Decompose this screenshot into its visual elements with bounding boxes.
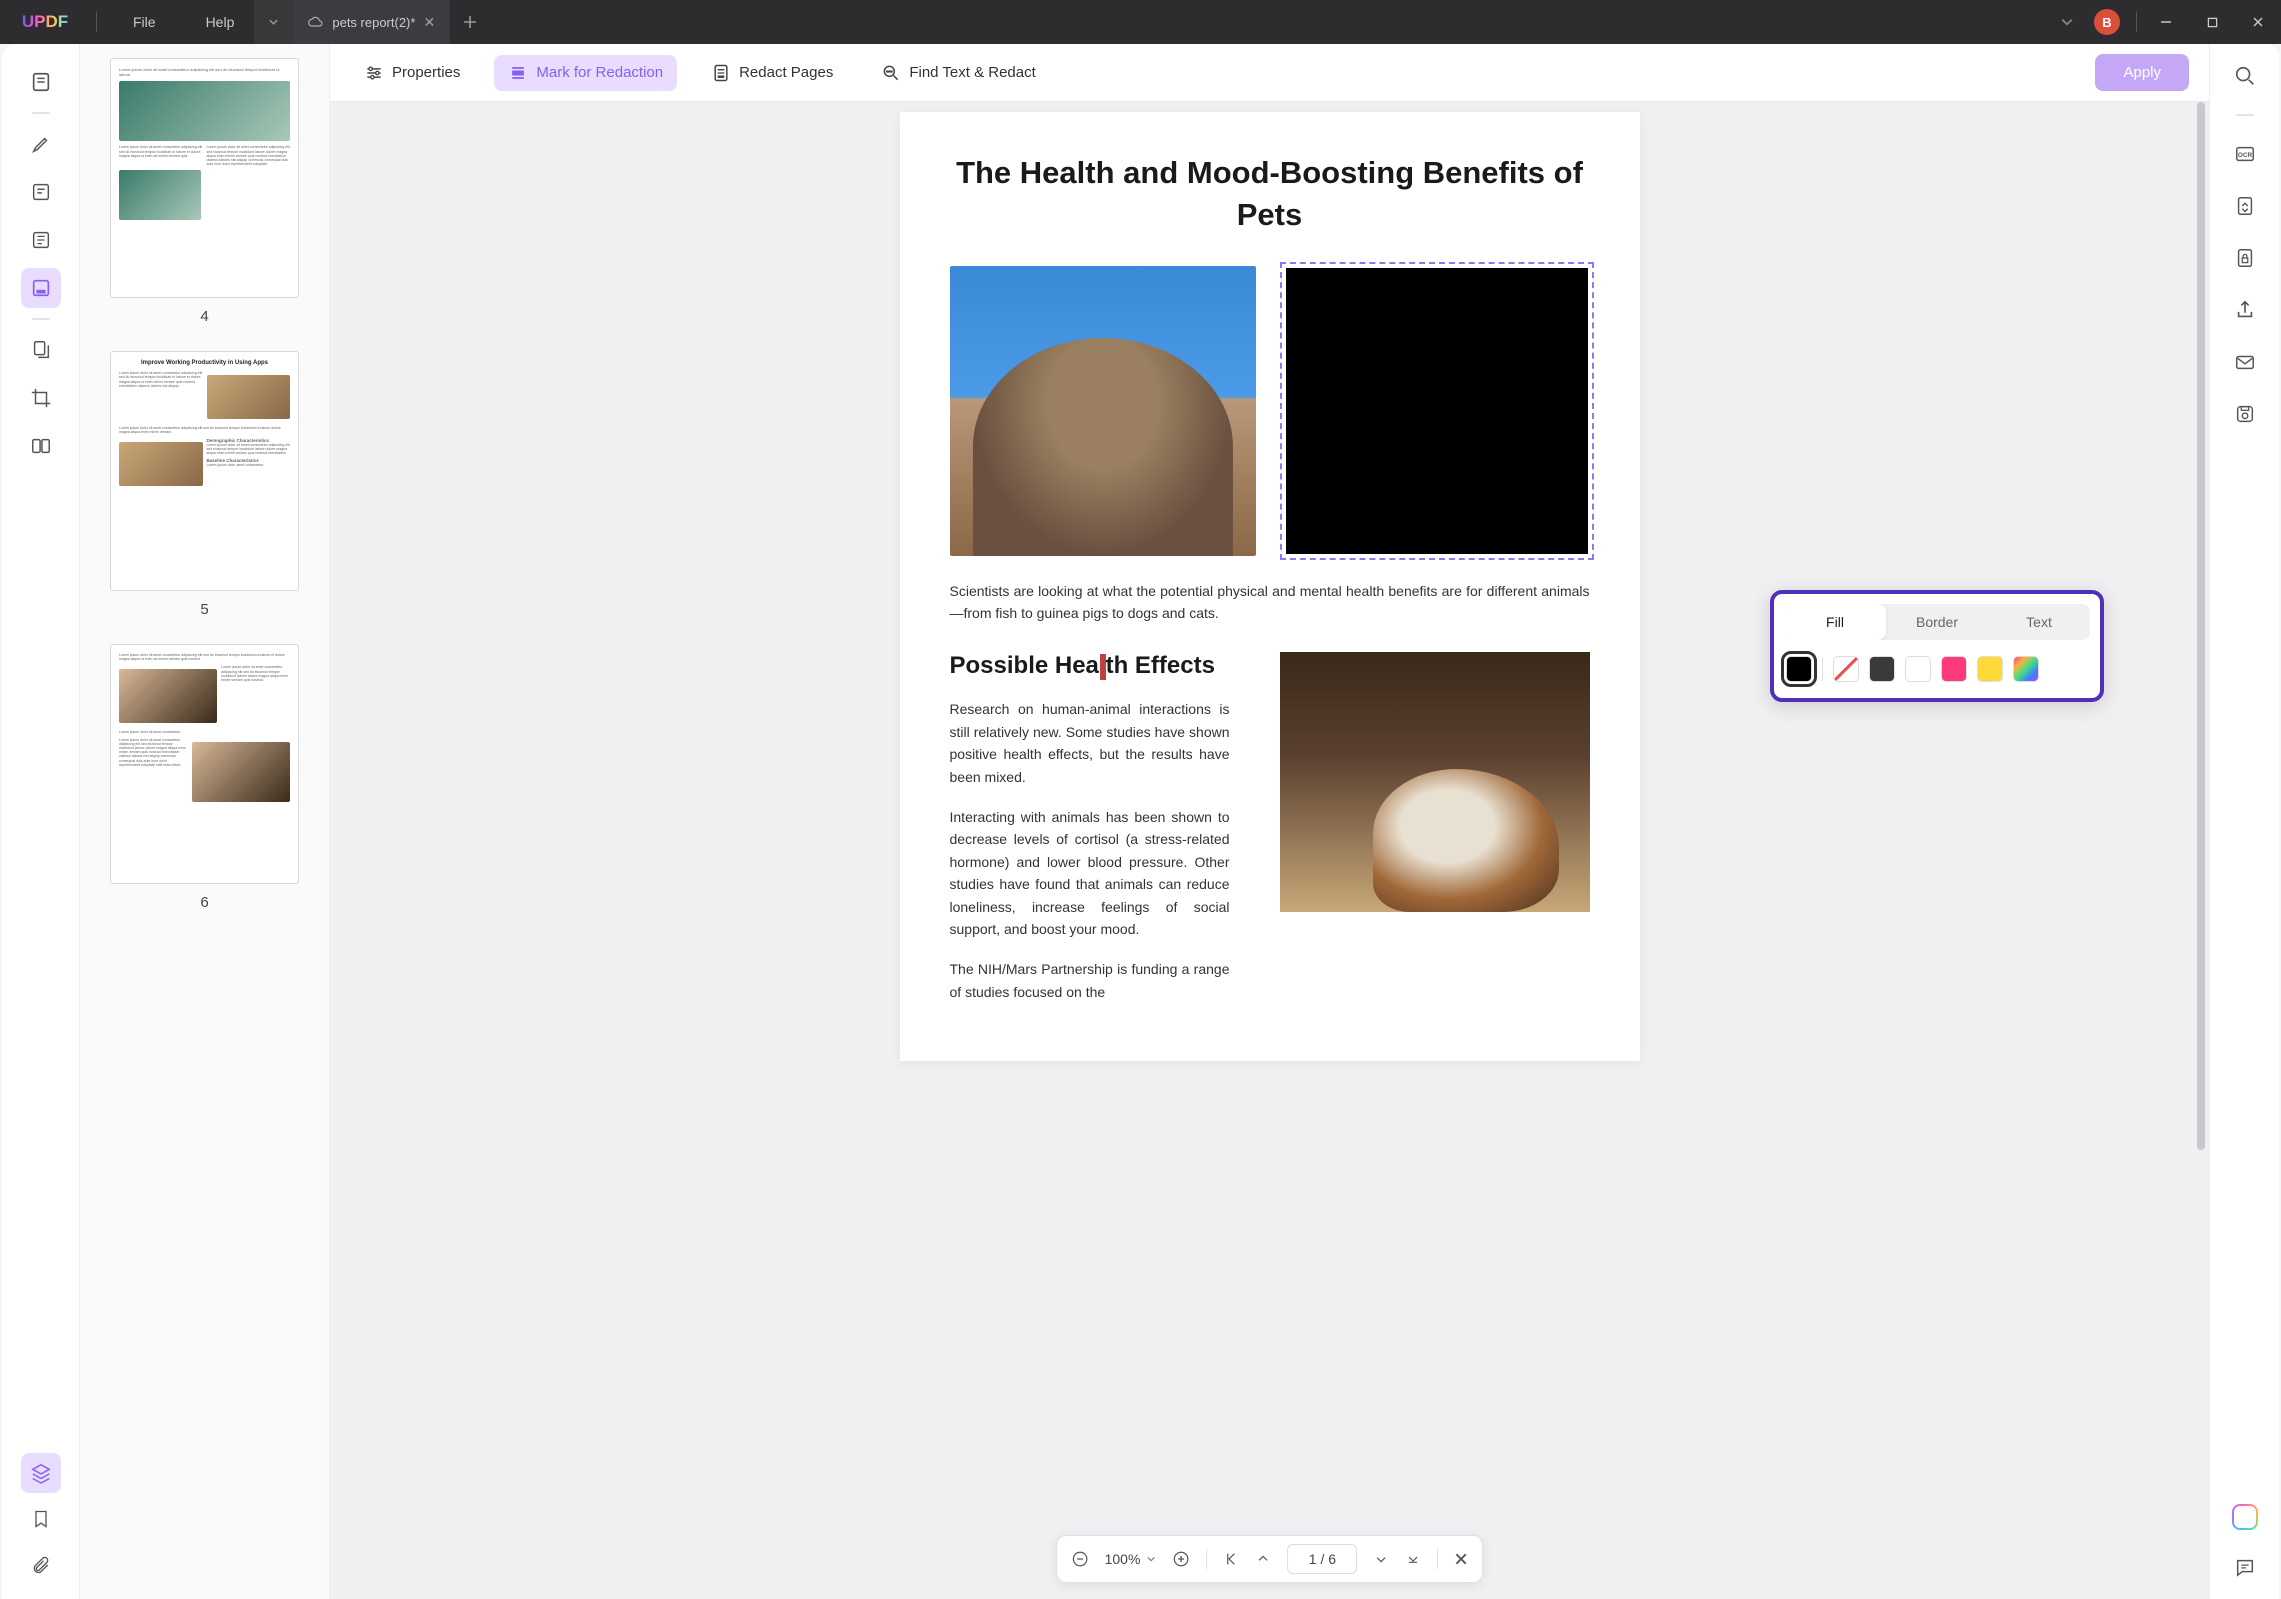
menu-file[interactable]: File <box>133 14 156 30</box>
image-dog[interactable] <box>1280 652 1590 912</box>
color-swatches <box>1784 652 2090 688</box>
document-title: The Health and Mood-Boosting Benefits of… <box>950 152 1590 236</box>
bookmark-tool[interactable] <box>21 1499 61 1539</box>
swatch-custom[interactable] <box>2013 656 2039 682</box>
tab-document[interactable]: pets report(2)* ✕ <box>294 0 450 44</box>
mark-icon <box>508 63 528 83</box>
cloud-icon <box>308 14 324 30</box>
image-cat[interactable] <box>950 266 1256 556</box>
menu-help[interactable]: Help <box>206 14 235 30</box>
redact-pages-button[interactable]: Redact Pages <box>697 55 847 91</box>
thumbnail-page-4[interactable]: Lorem ipsum dolor sit amet consectetur a… <box>110 58 299 325</box>
swatch-pink[interactable] <box>1941 656 1967 682</box>
chat-button[interactable] <box>2231 1553 2259 1581</box>
apply-button[interactable]: Apply <box>2095 54 2189 91</box>
sliders-icon <box>364 63 384 83</box>
page-indicator[interactable]: 1 / 6 <box>1287 1544 1357 1574</box>
thumbnail-number: 4 <box>110 308 299 325</box>
search-redact-icon <box>881 63 901 83</box>
plus-icon <box>463 15 477 29</box>
maximize-button[interactable] <box>2189 0 2235 44</box>
compare-tool[interactable] <box>21 426 61 466</box>
zoom-value[interactable]: 100% <box>1105 1551 1157 1567</box>
user-avatar[interactable]: B <box>2094 9 2120 35</box>
pages-tool[interactable] <box>21 330 61 370</box>
paragraph: Interacting with animals has been shown … <box>950 806 1230 940</box>
crop-tool[interactable] <box>21 378 61 418</box>
ocr-button[interactable]: OCR <box>2231 140 2259 168</box>
tab-close-button[interactable]: ✕ <box>423 14 435 31</box>
first-page-button[interactable] <box>1223 1551 1239 1567</box>
thumbnail-panel[interactable]: Lorem ipsum dolor sit amet consectetur a… <box>80 44 330 1599</box>
paragraph: Scientists are looking at what the poten… <box>950 580 1590 625</box>
highlighter-tool[interactable] <box>21 124 61 164</box>
swatch-white[interactable] <box>1905 656 1931 682</box>
svg-text:OCR: OCR <box>2237 152 2252 159</box>
layers-tool[interactable] <box>21 1453 61 1493</box>
edit-text-tool[interactable] <box>21 172 61 212</box>
share-button[interactable] <box>2231 296 2259 324</box>
subheading: Possible Health Effects <box>950 652 1215 680</box>
thumbnail-page-6[interactable]: Lorem ipsum dolor sit amet consectetur a… <box>110 644 299 911</box>
protect-button[interactable] <box>2231 244 2259 272</box>
chevron-down-icon <box>1146 1554 1156 1564</box>
last-page-button[interactable] <box>1405 1551 1421 1567</box>
properties-button[interactable]: Properties <box>350 55 474 91</box>
vertical-scrollbar[interactable] <box>2197 102 2207 1599</box>
convert-button[interactable] <box>2231 192 2259 220</box>
thumbnails-tool[interactable] <box>21 62 61 102</box>
redaction-selection[interactable] <box>1284 266 1590 556</box>
window-menu-button[interactable] <box>2060 15 2074 29</box>
search-button[interactable] <box>2231 62 2259 90</box>
right-tool-rail: OCR <box>2209 44 2279 1599</box>
tab-add-button[interactable] <box>450 0 490 44</box>
next-page-button[interactable] <box>1373 1551 1389 1567</box>
paragraph: Research on human-animal interactions is… <box>950 698 1230 788</box>
swatch-yellow[interactable] <box>1977 656 2003 682</box>
email-button[interactable] <box>2231 348 2259 376</box>
titlebar: UPDF File Help pets report(2)* ✕ B <box>0 0 2281 44</box>
redaction-toolbar: Properties Mark for Redaction Redact Pag… <box>330 44 2209 102</box>
zoom-out-button[interactable] <box>1071 1550 1089 1568</box>
reader-tool[interactable] <box>21 220 61 260</box>
save-button[interactable] <box>2231 400 2259 428</box>
document-area: Properties Mark for Redaction Redact Pag… <box>330 44 2209 1599</box>
tab-fill[interactable]: Fill <box>1784 604 1886 640</box>
page-navigation: 100% 1 / 6 <box>1056 1535 1484 1583</box>
close-button[interactable] <box>2235 0 2281 44</box>
redact-tool[interactable] <box>21 268 61 308</box>
color-tabs: Fill Border Text <box>1784 604 2090 640</box>
swatch-none[interactable] <box>1833 656 1859 682</box>
thumbnail-number: 5 <box>110 601 299 618</box>
document-scroll[interactable]: The Health and Mood-Boosting Benefits of… <box>330 102 2209 1599</box>
pages-redact-icon <box>711 63 731 83</box>
thumbnail-page-5[interactable]: Improve Working Productivity in Using Ap… <box>110 351 299 618</box>
zoom-in-button[interactable] <box>1172 1550 1190 1568</box>
thumbnail-number: 6 <box>110 894 299 911</box>
tab-home[interactable] <box>254 0 294 44</box>
swatch-dark-gray[interactable] <box>1869 656 1895 682</box>
attachment-tool[interactable] <box>21 1545 61 1585</box>
minimize-button[interactable] <box>2143 0 2189 44</box>
tab-text[interactable]: Text <box>1988 604 2090 640</box>
ai-button[interactable] <box>2231 1503 2259 1531</box>
page-content: The Health and Mood-Boosting Benefits of… <box>900 112 1640 1061</box>
tab-strip: pets report(2)* ✕ <box>254 0 490 44</box>
redaction-fill <box>1286 268 1588 554</box>
text-redaction-mark[interactable] <box>1100 654 1106 680</box>
left-tool-rail <box>2 44 80 1599</box>
close-nav-button[interactable] <box>1454 1552 1468 1566</box>
app-body: Lorem ipsum dolor sit amet consectetur a… <box>2 44 2279 1599</box>
find-redact-button[interactable]: Find Text & Redact <box>867 55 1049 91</box>
paragraph: The NIH/Mars Partnership is funding a ra… <box>950 958 1230 1003</box>
swatch-black[interactable] <box>1786 656 1812 682</box>
mark-redaction-button[interactable]: Mark for Redaction <box>494 55 677 91</box>
chevron-down-icon <box>268 16 279 28</box>
app-logo: UPDF <box>0 12 90 32</box>
prev-page-button[interactable] <box>1255 1551 1271 1567</box>
main-menu: File Help <box>103 14 234 30</box>
tab-border[interactable]: Border <box>1886 604 1988 640</box>
tab-label: pets report(2)* <box>332 15 415 30</box>
redaction-color-popup: Fill Border Text <box>1770 590 2104 702</box>
